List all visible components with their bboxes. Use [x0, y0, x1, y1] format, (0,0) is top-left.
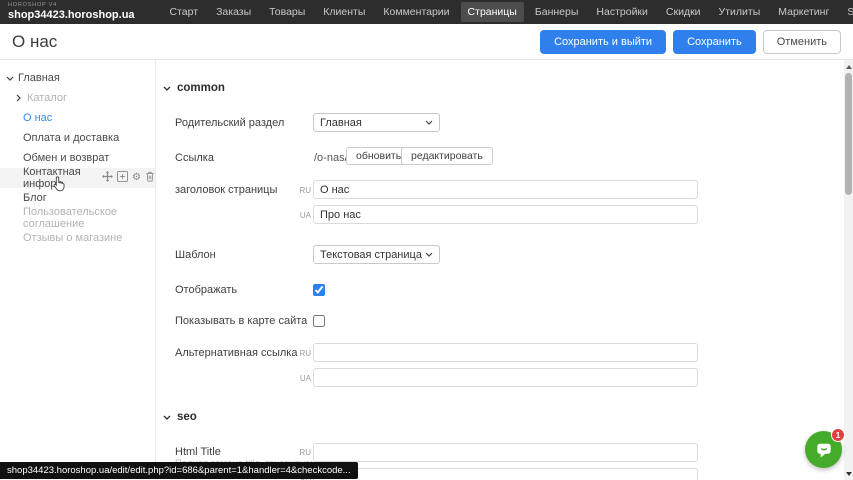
link-value: /o-nas/	[314, 152, 348, 164]
template-value: Текстовая страница	[320, 249, 422, 261]
save-button[interactable]: Сохранить	[673, 30, 756, 54]
support-chat-button[interactable]: 1	[805, 431, 842, 468]
section-seo[interactable]: seo	[163, 411, 197, 423]
link-label: Ссылка	[175, 152, 214, 164]
sidebar-item-kontaktnaya[interactable]: Контактная инфор ⚙	[0, 168, 155, 188]
alt-link-label: Альтернативная ссылка	[175, 347, 297, 359]
parent-section-label: Родительский раздел	[175, 117, 284, 129]
sidebar-item-blog[interactable]: Блог	[0, 188, 155, 208]
page-title-ru-input[interactable]	[313, 180, 698, 199]
sidebar-item-obmen[interactable]: Обмен и возврат	[0, 148, 155, 168]
logo-domain: shop34423.horoshop.ua	[8, 10, 135, 21]
main-menu: Старт Заказы Товары Клиенты Комментарии …	[163, 2, 853, 22]
menu-item-discounts[interactable]: Скидки	[659, 2, 708, 22]
app-screen: HOROSHOP V4 shop34423.horoshop.ua Старт …	[0, 0, 853, 480]
page-title-ua-input[interactable]	[313, 205, 698, 224]
menu-item-orders[interactable]: Заказы	[209, 2, 258, 22]
page-header: О нас Сохранить и выйти Сохранить Отмени…	[0, 24, 853, 60]
save-and-exit-button[interactable]: Сохранить и выйти	[540, 30, 666, 54]
chevron-right-icon[interactable]	[14, 94, 23, 103]
section-common-label: common	[177, 82, 225, 94]
template-label: Шаблон	[175, 249, 216, 261]
alt-link-ua-input[interactable]	[313, 368, 698, 387]
scroll-up-arrow-icon[interactable]	[844, 62, 853, 71]
sidebar-item-oplata[interactable]: Оплата и доставка	[0, 128, 155, 148]
sidebar-item-label: Главная	[18, 72, 60, 84]
parent-section-value: Главная	[320, 117, 362, 129]
header-actions: Сохранить и выйти Сохранить Отменить	[540, 30, 841, 54]
sidebar-item-otzyvy[interactable]: Отзывы о магазине	[0, 228, 155, 248]
section-common[interactable]: common	[163, 82, 225, 94]
cancel-button[interactable]: Отменить	[763, 30, 841, 54]
menu-item-settings[interactable]: Настройки	[589, 2, 655, 22]
menu-item-seo[interactable]: Seo	[840, 2, 853, 22]
page-title-label: заголовок страницы	[175, 184, 277, 196]
lang-ru-badge: RU	[297, 186, 311, 195]
lang-ru-badge: RU	[297, 349, 311, 358]
sidebar-item-soglashenie[interactable]: Пользовательское соглашение	[0, 208, 155, 228]
sidebar-item-label: О нас	[23, 112, 52, 124]
html-title-label: Html Title	[175, 446, 221, 458]
lang-ru-badge: RU	[297, 448, 311, 457]
sidebar-item-label: Пользовательское соглашение	[23, 206, 155, 230]
menu-item-comments[interactable]: Комментарии	[376, 2, 456, 22]
tree-row-actions: ⚙	[102, 171, 155, 185]
gear-icon[interactable]: ⚙	[132, 173, 141, 183]
chat-unread-badge: 1	[831, 428, 845, 442]
chevron-down-icon	[425, 252, 433, 257]
scrollbar-thumb[interactable]	[845, 73, 852, 195]
sidebar-item-label: Каталог	[27, 92, 67, 104]
link-edit-button[interactable]: редактировать	[401, 147, 493, 165]
sidebar-item-label: Оплата и доставка	[23, 132, 119, 144]
lang-ua-badge: UA	[297, 211, 311, 220]
section-seo-label: seo	[177, 411, 197, 423]
trash-icon[interactable]	[145, 171, 155, 185]
page-title: О нас	[12, 32, 57, 52]
topbar: HOROSHOP V4 shop34423.horoshop.ua Старт …	[0, 0, 853, 24]
vertical-scrollbar[interactable]	[844, 60, 853, 480]
parent-section-select[interactable]: Главная	[313, 113, 440, 132]
page-edit-form: common Родительский раздел Главная Ссылк…	[156, 60, 845, 480]
sidebar-item-label: Блог	[23, 192, 47, 204]
add-page-icon[interactable]	[117, 171, 128, 185]
link-status-url: shop34423.horoshop.ua/edit/edit.php?id=6…	[0, 462, 358, 479]
menu-item-banners[interactable]: Баннеры	[528, 2, 586, 22]
pages-tree-sidebar: Главная Каталог О нас Оплата и доставка …	[0, 60, 156, 480]
menu-item-clients[interactable]: Клиенты	[316, 2, 372, 22]
chevron-down-icon	[425, 120, 433, 125]
display-label: Отображать	[175, 284, 237, 296]
chat-icon	[814, 440, 834, 460]
chevron-down-icon[interactable]	[5, 74, 14, 83]
menu-item-start[interactable]: Старт	[163, 2, 206, 22]
sitemap-checkbox[interactable]	[313, 315, 325, 327]
menu-item-products[interactable]: Товары	[262, 2, 312, 22]
sidebar-item-katalog[interactable]: Каталог	[0, 88, 155, 108]
logo-version: HOROSHOP V4	[8, 3, 135, 9]
alt-link-ru-input[interactable]	[313, 343, 698, 362]
sidebar-item-o-nas[interactable]: О нас	[0, 108, 155, 128]
sidebar-item-glavnaya[interactable]: Главная	[0, 68, 155, 88]
chevron-down-icon	[163, 415, 171, 420]
scroll-down-arrow-icon[interactable]	[844, 469, 853, 478]
html-title-ua-input[interactable]	[313, 468, 698, 480]
sidebar-item-label: Обмен и возврат	[23, 152, 109, 164]
move-icon[interactable]	[102, 171, 113, 185]
menu-item-utilities[interactable]: Утилиты	[712, 2, 768, 22]
html-title-ru-input[interactable]	[313, 443, 698, 462]
display-checkbox[interactable]	[313, 284, 325, 296]
chevron-down-icon	[163, 86, 171, 91]
menu-item-pages[interactable]: Страницы	[461, 2, 524, 22]
menu-item-marketing[interactable]: Маркетинг	[771, 2, 836, 22]
logo[interactable]: HOROSHOP V4 shop34423.horoshop.ua	[8, 3, 135, 21]
sitemap-label: Показывать в карте сайта	[175, 315, 307, 327]
sidebar-item-label: Отзывы о магазине	[23, 232, 122, 244]
template-select[interactable]: Текстовая страница	[313, 245, 440, 264]
lang-ua-badge: UA	[297, 374, 311, 383]
